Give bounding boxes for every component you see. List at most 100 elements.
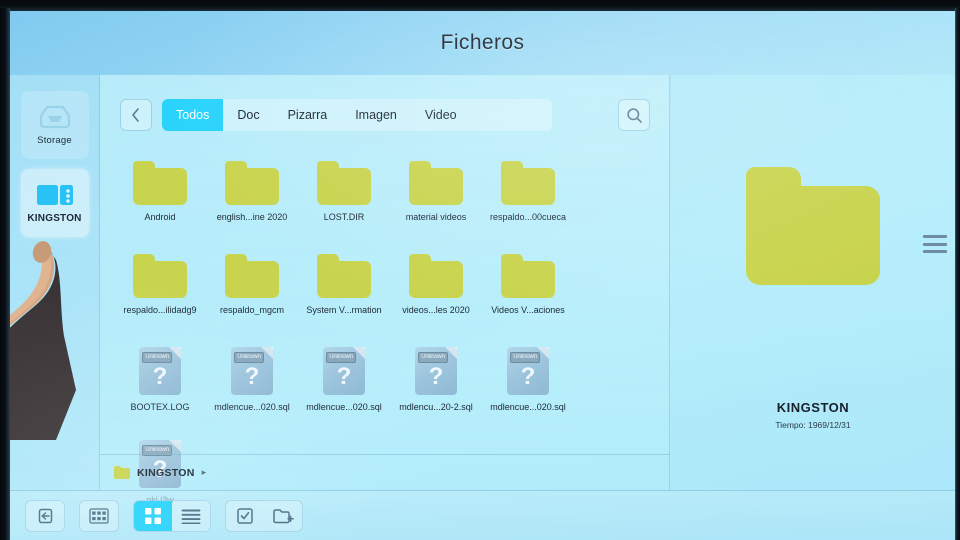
file-item[interactable]: ? Unknown mdlencue...020.sql: [206, 341, 298, 434]
file-item[interactable]: ? Unknown BOOTEX.LOG: [114, 341, 206, 434]
hamburger-menu-icon[interactable]: [923, 235, 947, 253]
folder-item[interactable]: Videos V...aciones: [482, 248, 574, 341]
folder-icon: [114, 466, 130, 479]
filter-toolbar: Todos Doc Pizarra Imagen Video: [100, 91, 670, 139]
file-item[interactable]: ? Unknown mdlencue...020.sql: [298, 341, 390, 434]
file-label: System V...rmation: [306, 305, 382, 315]
folder-icon: [225, 161, 279, 205]
exit-group: [25, 499, 65, 532]
sidebar-item-kingston[interactable]: KINGSTON: [20, 169, 89, 237]
folder-icon: [317, 161, 371, 205]
folder-icon: [501, 254, 555, 298]
screen-bezel-top: [0, 0, 960, 11]
folder-item[interactable]: respaldo...ilidadg9: [114, 248, 206, 341]
page-title: Ficheros: [440, 31, 525, 54]
apps-group: [79, 499, 119, 532]
chevron-right-icon: ▸: [201, 467, 207, 477]
question-mark-icon: ?: [244, 363, 260, 390]
question-mark-icon: ?: [336, 363, 352, 390]
file-label: BOOTEX.LOG: [130, 402, 190, 412]
file-label: material videos: [405, 212, 467, 222]
folder-item[interactable]: english...ine 2020: [206, 155, 298, 248]
file-label: videos...les 2020: [402, 305, 470, 315]
tab-todos[interactable]: Todos: [162, 99, 224, 131]
file-label: mdlencue...020.sql: [214, 402, 290, 412]
sidebar-item-storage-label: Storage: [37, 135, 72, 146]
question-mark-icon: ?: [520, 363, 536, 390]
sidebar-item-storage[interactable]: Storage: [20, 91, 89, 159]
tab-imagen[interactable]: Imagen: [341, 99, 411, 131]
usb-drive-icon: [36, 182, 74, 208]
unknown-file-icon: ? Unknown: [231, 347, 273, 395]
checkbox-select-icon: [236, 507, 254, 525]
back-button[interactable]: [120, 99, 152, 131]
folder-item[interactable]: respaldo...00cueca: [482, 155, 574, 248]
new-folder-icon: [272, 507, 294, 525]
file-label: respaldo_mgcm: [219, 305, 285, 315]
filter-tabs: Todos Doc Pizarra Imagen Video: [162, 99, 552, 131]
search-button[interactable]: [618, 99, 650, 131]
folder-item[interactable]: System V...rmation: [298, 248, 390, 341]
file-label: mdlencue...020.sql: [490, 402, 566, 412]
folder-icon: [133, 161, 187, 205]
folder-item[interactable]: Android: [114, 155, 206, 248]
apps-button[interactable]: [80, 501, 118, 531]
view-mode-group: [133, 499, 211, 532]
grid-view-button[interactable]: [134, 500, 172, 531]
file-label: Videos V...aciones: [491, 305, 565, 315]
file-label: mdlencue...020.sql: [306, 402, 382, 412]
breadcrumb-path: KINGSTON: [137, 466, 195, 479]
preview-name: KINGSTON: [776, 400, 850, 415]
file-label: LOST.DIR: [323, 212, 365, 222]
apps-grid-icon: [89, 507, 109, 524]
sidebar-item-kingston-label: KINGSTON: [27, 213, 82, 224]
actions-group: [225, 499, 303, 532]
folder-item[interactable]: respaldo_mgcm: [206, 248, 298, 341]
storage-icon: [38, 104, 72, 130]
file-label: english...ine 2020: [216, 212, 288, 222]
file-type-badge: Unknown: [510, 352, 540, 363]
file-type-badge: Unknown: [326, 352, 356, 363]
preview-time: Tiempo: 1969/12/31: [775, 420, 851, 430]
preview-meta: KINGSTON Tiempo: 1969/12/31: [671, 400, 955, 430]
unknown-file-icon: ? Unknown: [415, 347, 457, 395]
new-folder-button[interactable]: [264, 501, 302, 531]
file-type-badge: Unknown: [142, 352, 172, 363]
folder-icon: [317, 254, 371, 298]
folder-item[interactable]: LOST.DIR: [298, 155, 390, 248]
preview-folder-icon: [746, 167, 880, 285]
screen-bezel-right: [955, 8, 960, 540]
exit-button[interactable]: [26, 501, 64, 531]
search-icon: [626, 107, 643, 124]
file-grid: Android english...ine 2020 LOST.DIR materia…: [100, 147, 670, 505]
folder-icon: [409, 161, 463, 205]
file-label: respaldo...ilidadg9: [123, 305, 197, 315]
folder-item[interactable]: material videos: [390, 155, 482, 248]
preview-panel: KINGSTON Tiempo: 1969/12/31: [671, 75, 955, 490]
tab-doc[interactable]: Doc: [223, 99, 273, 131]
file-item[interactable]: ? Unknown mdlencu...20-2.sql: [390, 341, 482, 434]
chevron-left-icon: [130, 107, 142, 123]
tv-file-manager-screen: Ficheros Storage KINGSTON Todos Doc Piza…: [0, 0, 960, 540]
select-button[interactable]: [226, 501, 264, 531]
folder-icon: [225, 254, 279, 298]
unknown-file-icon: ? Unknown: [507, 347, 549, 395]
file-label: Android: [144, 212, 176, 222]
folder-icon: [409, 254, 463, 298]
folder-icon: [133, 254, 187, 298]
sidebar: Storage KINGSTON: [10, 75, 100, 490]
file-label: mdlencu...20-2.sql: [399, 402, 473, 412]
folder-item[interactable]: videos...les 2020: [390, 248, 482, 341]
files-panel: Todos Doc Pizarra Imagen Video Android en…: [100, 75, 670, 505]
tab-pizarra[interactable]: Pizarra: [274, 99, 342, 131]
list-view-button[interactable]: [172, 501, 210, 531]
folder-icon: [501, 161, 555, 205]
file-item[interactable]: ? Unknown mdlencue...020.sql: [482, 341, 574, 434]
breadcrumb[interactable]: KINGSTON ▸: [100, 454, 670, 490]
file-type-badge: Unknown: [234, 352, 264, 363]
question-mark-icon: ?: [428, 363, 444, 390]
unknown-file-icon: ? Unknown: [139, 347, 181, 395]
exit-arrow-icon: [36, 507, 55, 525]
question-mark-icon: ?: [152, 363, 168, 390]
tab-video[interactable]: Video: [411, 99, 471, 131]
